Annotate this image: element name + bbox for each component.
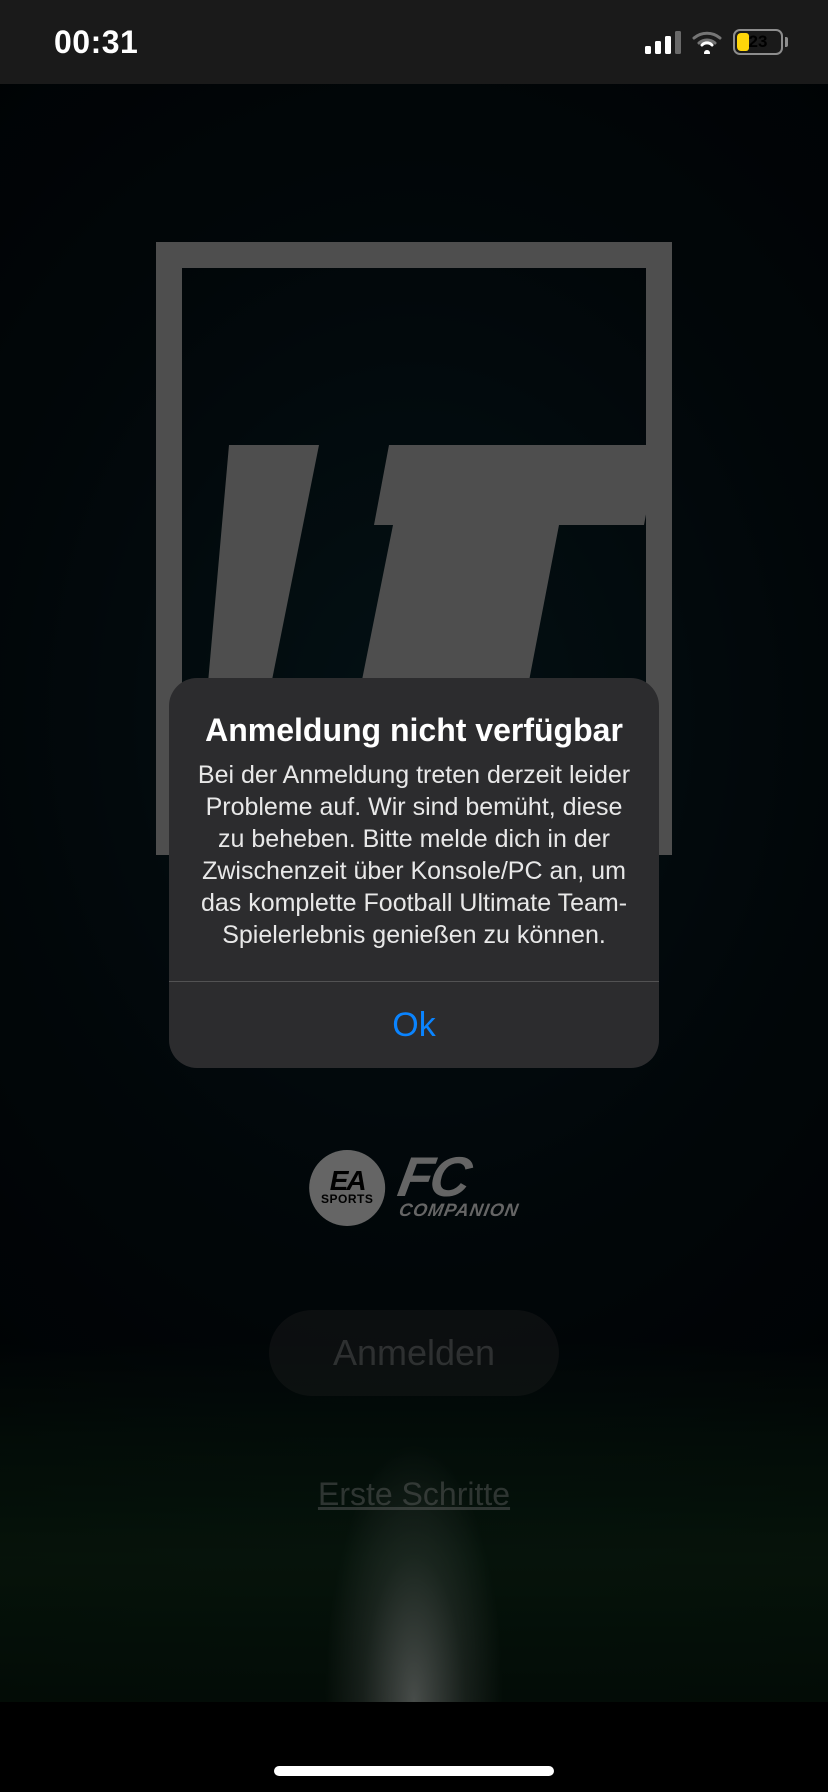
alert-content: Anmeldung nicht verfügbar Bei der Anmeld…	[169, 678, 659, 981]
battery-percent: 23	[735, 31, 781, 53]
status-indicators: 23	[645, 29, 788, 55]
cellular-signal-icon	[645, 30, 681, 54]
status-time: 00:31	[54, 24, 138, 61]
bottom-bar	[0, 1702, 828, 1792]
alert-title: Anmeldung nicht verfügbar	[197, 712, 631, 749]
home-indicator[interactable]	[274, 1766, 554, 1776]
battery-icon: 23	[733, 29, 788, 55]
app-screen: 00:31	[0, 0, 828, 1792]
alert-dialog: Anmeldung nicht verfügbar Bei der Anmeld…	[169, 678, 659, 1068]
wifi-icon	[691, 30, 723, 54]
alert-ok-button[interactable]: Ok	[169, 982, 659, 1068]
status-bar: 00:31	[0, 0, 828, 84]
alert-message: Bei der Anmeldung treten derzeit leider …	[197, 759, 631, 951]
